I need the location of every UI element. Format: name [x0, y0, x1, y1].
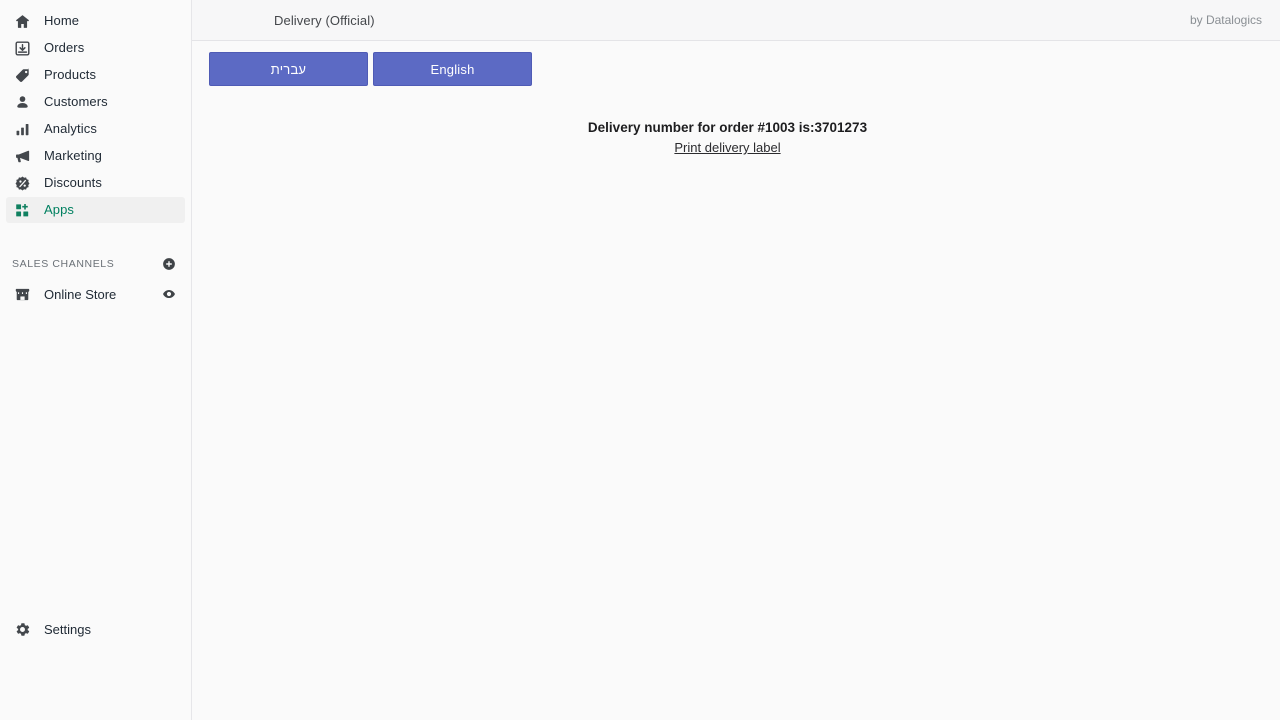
sidebar-item-label: Marketing: [44, 148, 102, 163]
eye-icon[interactable]: [161, 286, 177, 302]
person-icon: [12, 92, 32, 112]
sidebar-item-apps[interactable]: Apps: [6, 197, 185, 223]
discount-icon: [12, 173, 32, 193]
apps-icon: [12, 200, 32, 220]
sidebar-item-products[interactable]: Products: [6, 62, 185, 88]
sidebar-item-label: Settings: [44, 621, 91, 637]
sidebar: Home Orders Products Customers Analytics…: [0, 0, 192, 720]
sidebar-item-label: Discounts: [44, 175, 102, 190]
megaphone-icon: [12, 146, 32, 166]
bar-chart-icon: [12, 119, 32, 139]
sidebar-item-discounts[interactable]: Discounts: [6, 170, 185, 196]
hebrew-language-button[interactable]: עברית: [209, 52, 368, 86]
settings-section: Settings: [0, 616, 192, 642]
sidebar-item-label: Apps: [44, 202, 75, 217]
sidebar-item-analytics[interactable]: Analytics: [6, 116, 185, 142]
sidebar-item-label: Customers: [44, 94, 108, 109]
sidebar-nav-list: Home Orders Products Customers Analytics…: [0, 8, 191, 223]
sidebar-item-orders[interactable]: Orders: [6, 35, 185, 61]
sidebar-item-marketing[interactable]: Marketing: [6, 143, 185, 169]
print-delivery-label-link[interactable]: Print delivery label: [674, 138, 780, 157]
store-icon: [12, 284, 32, 304]
sales-channels-title: SALES CHANNELS: [12, 258, 115, 270]
app-content: עברית English Delivery number for order …: [192, 41, 1280, 720]
delivery-number-message: Delivery number for order #1003 is:37012…: [587, 120, 868, 135]
main-area: Delivery (Official) by Datalogics עברית …: [192, 0, 1280, 720]
sidebar-item-customers[interactable]: Customers: [6, 89, 185, 115]
gear-icon: [12, 619, 32, 639]
app-provider-label: by Datalogics: [1189, 13, 1262, 27]
english-language-button[interactable]: English: [373, 52, 532, 86]
sales-channels-header: SALES CHANNELS: [6, 251, 185, 277]
delivery-result-block: Delivery number for order #1003 is:37012…: [192, 118, 1263, 157]
language-switcher: עברית English: [209, 52, 1280, 86]
sidebar-item-label: Home: [44, 13, 80, 28]
sidebar-item-online-store[interactable]: Online Store: [6, 281, 185, 307]
sidebar-item-label: Orders: [44, 40, 85, 55]
page-title: Delivery (Official): [274, 12, 375, 28]
sidebar-item-label: Products: [44, 67, 97, 82]
sidebar-item-label: Analytics: [44, 121, 97, 136]
tag-icon: [12, 65, 32, 85]
sidebar-item-settings[interactable]: Settings: [6, 616, 186, 642]
sidebar-item-label: Online Store: [44, 286, 117, 302]
plus-circle-icon[interactable]: [161, 256, 177, 272]
orders-icon: [12, 38, 32, 58]
home-icon: [12, 11, 32, 31]
app-root: Home Orders Products Customers Analytics…: [0, 0, 1280, 720]
sidebar-item-home[interactable]: Home: [6, 8, 185, 34]
app-embed-topbar: Delivery (Official) by Datalogics: [192, 0, 1280, 41]
